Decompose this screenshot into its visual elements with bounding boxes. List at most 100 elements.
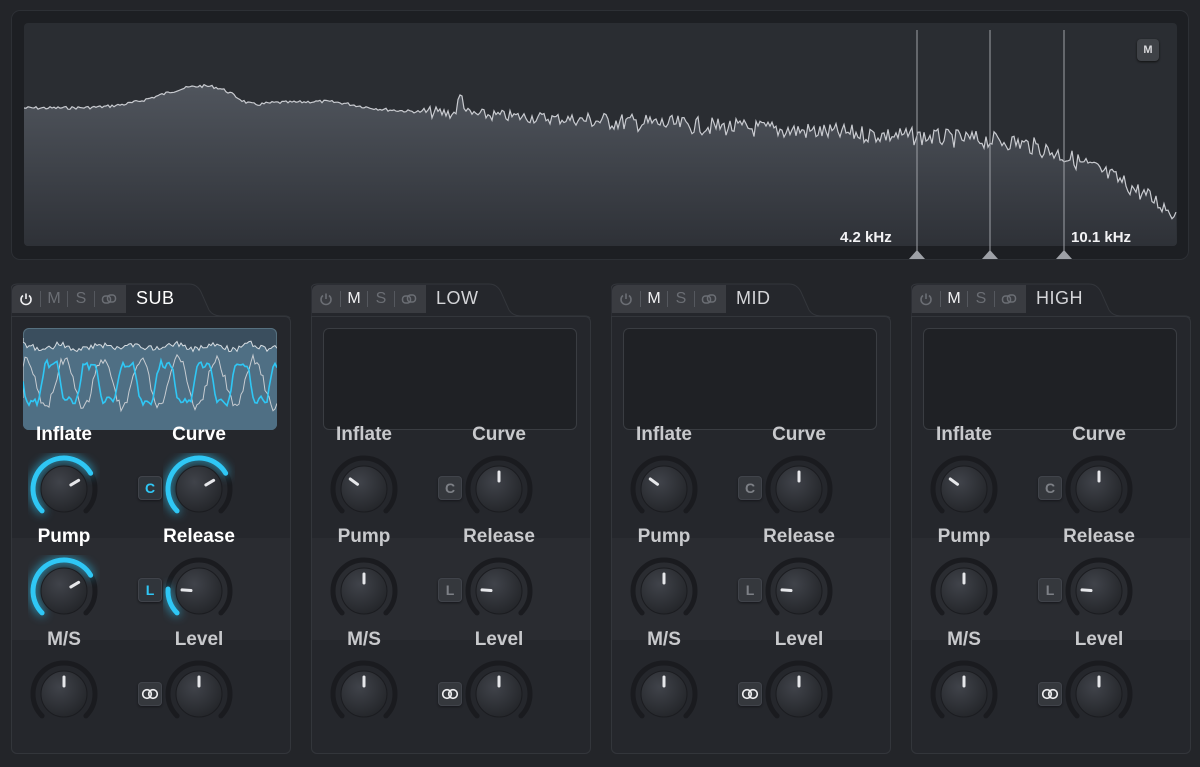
band-tab-bar: M S SUB [11,282,291,318]
level-knob[interactable] [1063,658,1135,734]
band-solo-button[interactable]: S [968,285,994,313]
band-name: SUB [136,288,175,308]
band-controls: MS [12,285,126,313]
crossover-label-1: 4.2 kHz [840,229,892,246]
inflate-label: Inflate [36,424,92,445]
band-solo-button[interactable]: S [368,285,394,313]
stereo-link-button[interactable] [738,682,762,706]
stereo-link-button[interactable] [438,682,462,706]
curve-knob[interactable] [763,453,835,529]
pump-knob[interactable] [28,555,100,631]
ms-knob[interactable] [28,658,100,734]
curve-knob[interactable] [1063,453,1135,529]
level-label: Level [774,629,824,650]
pump-label: Pump [937,526,991,547]
band-panel-mid: M S MID Inflate Curve C Pump Release L M/S Level [611,282,891,754]
spectrum-area [24,84,1177,246]
band-waveform-display [923,328,1177,430]
band-waveform-display [623,328,877,430]
ms-label: M/S [647,629,681,650]
ms-label: M/S [347,629,381,650]
stereo-link-button[interactable] [1038,682,1062,706]
inflate-knob[interactable] [628,453,700,529]
level-label: Level [474,629,524,650]
clip-button[interactable]: C [1038,476,1062,500]
band-name: LOW [436,288,479,308]
crossover-label-3: 10.1 kHz [1071,229,1132,246]
band-panel-low: M S LOW Inflate Curve C Pump Release L M/S Level [311,282,591,754]
link-icon [101,292,117,306]
band-link-button[interactable] [395,285,423,313]
crossover-handle-3[interactable] [1054,248,1074,260]
pump-knob[interactable] [628,555,700,631]
monitor-button-label: M [1143,44,1153,56]
inflate-knob[interactable] [928,453,1000,529]
spectrum-graph [24,83,1177,246]
level-knob[interactable] [763,658,835,734]
level-label: Level [174,629,224,650]
stereo-link-button[interactable] [138,682,162,706]
level-knob[interactable] [163,658,235,734]
pump-label: Pump [337,526,391,547]
band-name: HIGH [1036,288,1083,308]
inflate-label: Inflate [636,424,692,445]
band-name: MID [736,288,771,308]
band-waveform-display [23,328,277,430]
release-knob[interactable] [463,555,535,631]
release-knob[interactable] [1063,555,1135,631]
band-controls: MS [612,285,726,313]
spectrum-display[interactable]: M 4.2 kHz 10.1 kHz [24,23,1177,246]
band-solo-button[interactable]: S [668,285,694,313]
band-body: Inflate Curve C Pump Release L M/S Level [911,316,1191,754]
clip-button[interactable]: C [138,476,162,500]
band-controls: MS [312,285,426,313]
band-power-button[interactable] [912,285,940,313]
curve-knob[interactable] [463,453,535,529]
band-mute-button[interactable]: M [641,285,667,313]
clip-button[interactable]: C [738,476,762,500]
lookahead-button[interactable]: L [138,578,162,602]
band-mute-button[interactable]: M [941,285,967,313]
crossover-handle-1[interactable] [907,248,927,260]
lookahead-button[interactable]: L [438,578,462,602]
curve-label: Curve [1072,424,1126,445]
band-controls: MS [912,285,1026,313]
inflate-knob[interactable] [28,453,100,529]
monitor-button[interactable]: M [1137,39,1159,61]
band-link-button[interactable] [695,285,723,313]
band-mute-button[interactable]: M [341,285,367,313]
link-icon [701,292,717,306]
inflate-knob[interactable] [328,453,400,529]
curve-label: Curve [172,424,226,445]
inflate-label: Inflate [936,424,992,445]
band-power-button[interactable] [12,285,40,313]
level-knob[interactable] [463,658,535,734]
stereo-link-icon [1041,688,1059,700]
lookahead-button[interactable]: L [738,578,762,602]
ms-knob[interactable] [928,658,1000,734]
pump-knob[interactable] [328,555,400,631]
curve-label: Curve [772,424,826,445]
release-knob[interactable] [763,555,835,631]
ms-knob[interactable] [628,658,700,734]
ms-knob[interactable] [328,658,400,734]
crossover-handle-2[interactable] [980,248,1000,260]
power-icon [619,292,633,306]
pump-knob[interactable] [928,555,1000,631]
ms-label: M/S [947,629,981,650]
curve-knob[interactable] [163,453,235,529]
band-mute-button[interactable]: M [41,285,67,313]
band-link-button[interactable] [995,285,1023,313]
lookahead-button[interactable]: L [1038,578,1062,602]
band-power-button[interactable] [312,285,340,313]
band-power-button[interactable] [612,285,640,313]
band-panel-high: M S HIGH Inflate Curve C Pump Release L M/S Level [911,282,1191,754]
band-tab-bar: M S LOW [311,282,591,318]
band-body: Inflate Curve C Pump Release L M/S Level [11,316,291,754]
clip-button[interactable]: C [438,476,462,500]
band-link-button[interactable] [95,285,123,313]
stereo-link-icon [741,688,759,700]
band-body: Inflate Curve C Pump Release L M/S Level [611,316,891,754]
band-solo-button[interactable]: S [68,285,94,313]
release-knob[interactable] [163,555,235,631]
